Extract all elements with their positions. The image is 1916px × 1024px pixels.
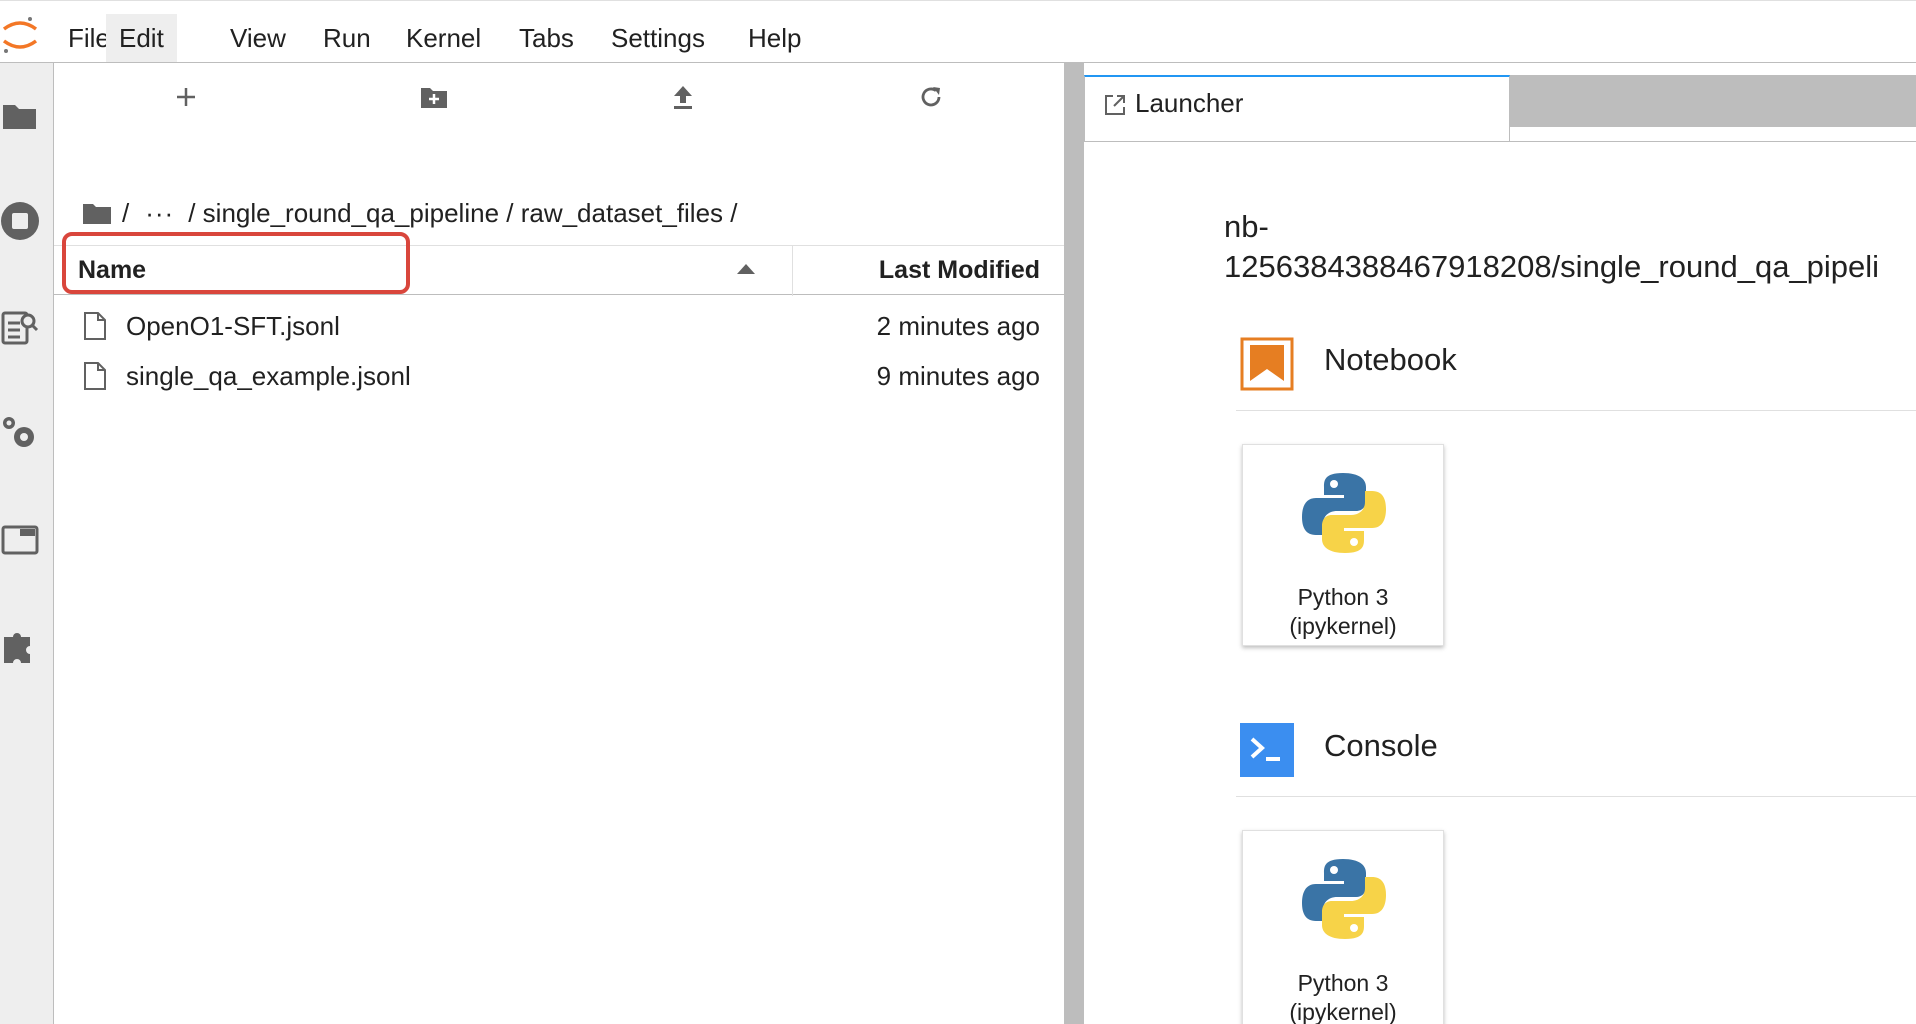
card-label-line-1: Python 3 bbox=[1297, 970, 1389, 996]
file-name: OpenO1-SFT.jsonl bbox=[126, 311, 340, 341]
section-title-console: Console bbox=[1324, 728, 1438, 763]
menu-tabs[interactable]: Tabs bbox=[506, 14, 587, 62]
breadcrumb: / ··· / single_round_qa_pipeline / raw_d… bbox=[82, 193, 747, 233]
cwd-line-1: nb- bbox=[1224, 209, 1269, 244]
file-row-openo1-sft[interactable]: OpenO1-SFT.jsonl 2 minutes ago bbox=[54, 301, 1064, 351]
property-inspector-icon[interactable] bbox=[0, 411, 44, 455]
file-icon bbox=[84, 312, 106, 340]
card-label-line-1: Python 3 bbox=[1297, 584, 1389, 610]
menu-settings[interactable]: Settings bbox=[598, 14, 718, 62]
file-modified: 9 minutes ago bbox=[876, 361, 1040, 391]
card-label: Python 3 (ipykernel) bbox=[1243, 969, 1443, 1024]
launcher-icon bbox=[1105, 95, 1125, 115]
extension-icon[interactable] bbox=[0, 623, 44, 667]
column-divider[interactable] bbox=[792, 246, 793, 296]
left-sidebar bbox=[0, 63, 54, 1024]
tab-bar-background bbox=[1510, 75, 1916, 127]
refresh-button[interactable] bbox=[911, 79, 951, 115]
table-of-contents-icon[interactable] bbox=[0, 305, 44, 349]
menu-view[interactable]: View bbox=[217, 14, 299, 62]
console-icon bbox=[1240, 723, 1294, 777]
menu-bar: File Edit View Run Kernel Tabs Settings … bbox=[0, 0, 1916, 63]
running-icon[interactable] bbox=[0, 199, 44, 243]
new-launcher-button[interactable] bbox=[166, 79, 206, 115]
folder-icon[interactable] bbox=[0, 93, 44, 137]
card-label: Python 3 (ipykernel) bbox=[1243, 583, 1443, 641]
section-divider bbox=[1236, 410, 1916, 411]
new-folder-button[interactable] bbox=[414, 79, 454, 115]
file-row-single-qa-example[interactable]: single_qa_example.jsonl 9 minutes ago bbox=[54, 351, 1064, 401]
panel-splitter[interactable] bbox=[1064, 63, 1084, 1024]
notebook-icon bbox=[1240, 337, 1294, 391]
file-icon bbox=[84, 362, 106, 390]
tabs-icon[interactable] bbox=[0, 517, 44, 561]
jupyter-logo-icon bbox=[2, 17, 38, 53]
upload-button[interactable] bbox=[663, 79, 703, 115]
python-logo-icon bbox=[1302, 859, 1386, 939]
launcher-cwd: nb- 1256384388467918208/single_round_qa_… bbox=[1224, 207, 1879, 287]
breadcrumb-path[interactable]: / single_round_qa_pipeline / raw_dataset… bbox=[188, 198, 737, 229]
jupyterlab-app: File Edit View Run Kernel Tabs Settings … bbox=[0, 0, 1916, 1024]
menu-edit[interactable]: Edit bbox=[106, 14, 177, 62]
launcher-panel: nb- 1256384388467918208/single_round_qa_… bbox=[1084, 141, 1916, 1024]
file-browser: / ··· / single_round_qa_pipeline / raw_d… bbox=[54, 63, 1064, 1024]
upload-icon bbox=[674, 86, 692, 109]
console-python3-card[interactable]: Python 3 (ipykernel) bbox=[1242, 830, 1444, 1024]
file-browser-toolbar bbox=[54, 63, 1064, 127]
refresh-icon bbox=[921, 87, 941, 107]
menu-help[interactable]: Help bbox=[735, 14, 814, 62]
menu-run[interactable]: Run bbox=[310, 14, 384, 62]
column-header-last-modified[interactable]: Last Modified bbox=[879, 256, 1040, 285]
python-logo-icon bbox=[1302, 473, 1386, 553]
breadcrumb-ellipsis[interactable]: ··· bbox=[145, 198, 174, 229]
section-title-notebook: Notebook bbox=[1324, 342, 1457, 377]
card-label-line-2: (ipykernel) bbox=[1289, 613, 1397, 639]
new-folder-icon bbox=[421, 88, 447, 108]
sort-ascending-icon[interactable] bbox=[737, 264, 755, 274]
tab-label: Launcher bbox=[1135, 88, 1244, 118]
section-divider bbox=[1236, 796, 1916, 797]
file-name: single_qa_example.jsonl bbox=[126, 361, 411, 391]
cwd-line-2: 1256384388467918208/single_round_qa_pipe… bbox=[1224, 249, 1880, 284]
menu-kernel[interactable]: Kernel bbox=[393, 14, 494, 62]
main-tab-bar: Launcher bbox=[1084, 63, 1916, 141]
breadcrumb-root[interactable]: / bbox=[122, 198, 129, 229]
tab-launcher[interactable]: Launcher bbox=[1084, 75, 1510, 141]
home-folder-icon[interactable] bbox=[82, 201, 112, 225]
new-launcher-icon bbox=[177, 88, 195, 106]
notebook-python3-card[interactable]: Python 3 (ipykernel) bbox=[1242, 444, 1444, 646]
card-label-line-2: (ipykernel) bbox=[1289, 999, 1397, 1024]
highlight-annotation-box bbox=[62, 232, 410, 294]
file-modified: 2 minutes ago bbox=[876, 311, 1040, 341]
